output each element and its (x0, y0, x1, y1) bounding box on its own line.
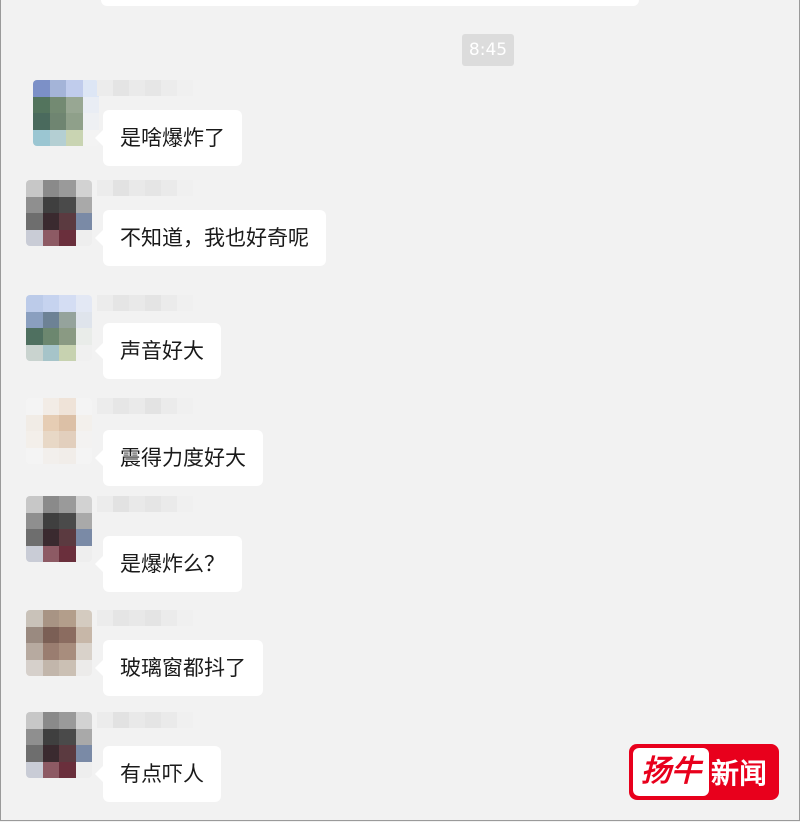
avatar[interactable] (26, 295, 92, 361)
avatar[interactable] (33, 80, 99, 146)
avatar[interactable] (26, 398, 92, 464)
chat-window: 8:45 是啥爆炸了 不知道，我也好奇呢 声音好大 震得力度好大 是爆炸么？ 玻… (0, 0, 800, 821)
logo-seal: 扬牛 (633, 748, 709, 796)
previous-message-bubble (101, 0, 639, 6)
logo-text: 新闻 (711, 757, 768, 790)
message-row: 不知道，我也好奇呢 (1, 180, 800, 280)
message-bubble[interactable]: 声音好大 (95, 323, 221, 379)
sender-name (97, 496, 193, 512)
message-bubble[interactable]: 不知道，我也好奇呢 (95, 210, 326, 266)
sender-name (97, 398, 193, 414)
message-bubble[interactable]: 有点吓人 (95, 746, 221, 802)
sender-name (97, 180, 193, 196)
sender-name (97, 295, 193, 311)
sender-name (97, 610, 193, 626)
message-timestamp: 8:45 (462, 34, 514, 66)
sender-name (97, 712, 193, 728)
avatar[interactable] (26, 712, 92, 778)
message-bubble[interactable]: 震得力度好大 (95, 430, 263, 486)
avatar[interactable] (26, 496, 92, 562)
message-row: 是啥爆炸了 (1, 80, 800, 180)
message-bubble[interactable]: 玻璃窗都抖了 (95, 640, 263, 696)
sender-name (97, 80, 193, 96)
news-logo: 扬牛 新闻 (629, 744, 779, 800)
message-bubble[interactable]: 是啥爆炸了 (95, 110, 242, 166)
avatar[interactable] (26, 610, 92, 676)
avatar[interactable] (26, 180, 92, 246)
message-row: 声音好大 (1, 295, 800, 395)
message-bubble[interactable]: 是爆炸么？ (95, 536, 242, 592)
message-row: 是爆炸么？ (1, 496, 800, 596)
message-row: 玻璃窗都抖了 (1, 610, 800, 710)
message-row: 震得力度好大 (1, 398, 800, 498)
